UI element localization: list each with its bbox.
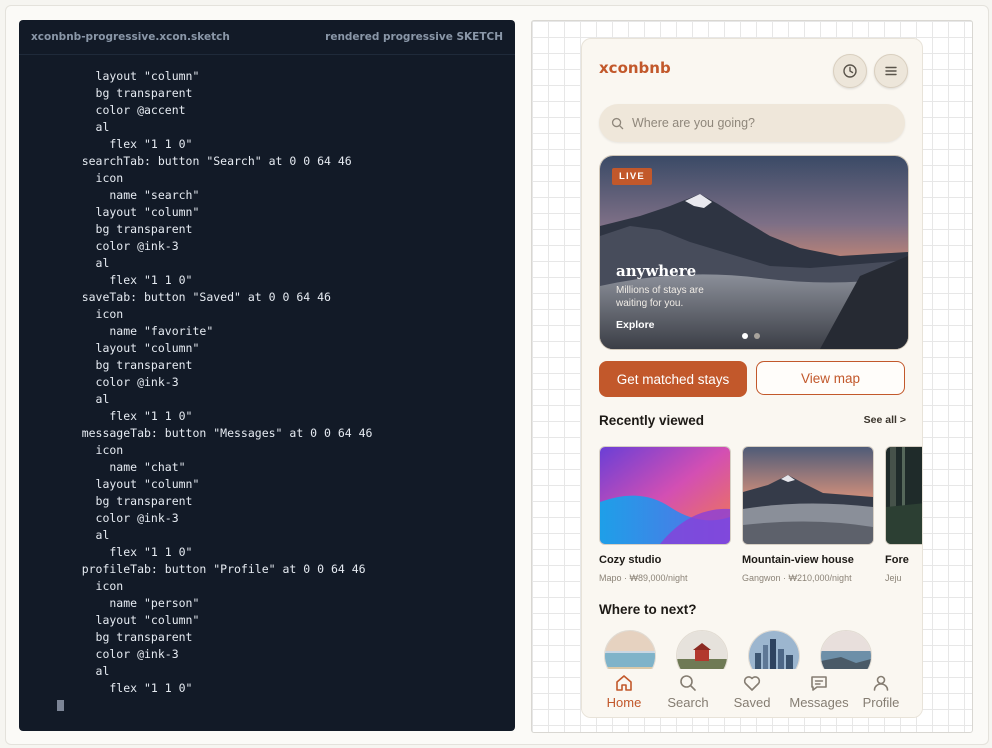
tab-home[interactable]: Home — [592, 673, 656, 710]
tab-label: Saved — [733, 695, 771, 710]
code-line[interactable]: flex "1 1 0" — [54, 272, 515, 289]
code-line[interactable]: color @ink-3 — [54, 510, 515, 527]
code-line[interactable]: color @accent — [54, 102, 515, 119]
code-line[interactable]: icon — [54, 306, 515, 323]
recently-viewed-title: Recently viewed — [599, 413, 705, 428]
explore-link[interactable]: Explore — [616, 319, 655, 331]
card-subtitle: Mapo · ₩89,000/night — [599, 573, 688, 583]
card-subtitle: Jeju — [885, 573, 902, 583]
code-line[interactable]: flex "1 1 0" — [54, 680, 515, 697]
code-line[interactable]: al — [54, 255, 515, 272]
code-line[interactable]: icon — [54, 442, 515, 459]
code-line[interactable]: color @ink-3 — [54, 646, 515, 663]
code-editor-panel[interactable]: xconbnb-progressive.xcon.sketch rendered… — [19, 20, 515, 731]
menu-button[interactable] — [874, 54, 908, 88]
search-icon — [611, 117, 624, 129]
view-map-button[interactable]: View map — [756, 361, 905, 395]
tab-profile[interactable]: Profile — [849, 673, 913, 710]
carousel-dots — [742, 333, 760, 339]
code-line[interactable]: bg transparent — [54, 629, 515, 646]
tab-label: Profile — [862, 695, 900, 710]
code-line[interactable]: al — [54, 663, 515, 680]
code-line[interactable]: messageTab: button "Messages" at 0 0 64 … — [54, 425, 515, 442]
card-title: Mountain-view house — [742, 554, 854, 566]
tab-messages[interactable]: Messages — [787, 673, 851, 710]
code-line[interactable]: name "chat" — [54, 459, 515, 476]
heart-icon — [743, 676, 761, 691]
search-input[interactable]: Where are you going? — [599, 104, 905, 142]
get-matched-stays-button[interactable]: Get matched stays — [599, 361, 747, 397]
forest-image — [886, 447, 922, 544]
code-line[interactable]: icon — [54, 578, 515, 595]
editor-filename: xconbnb-progressive.xcon.sketch — [31, 31, 230, 43]
tab-saved[interactable]: Saved — [720, 673, 784, 710]
hero-title: anywhere — [616, 262, 697, 280]
card-image-mountain-view-house[interactable] — [742, 446, 874, 545]
text-cursor — [57, 700, 64, 711]
code-line[interactable]: al — [54, 527, 515, 544]
history-button[interactable] — [833, 54, 867, 88]
tab-label: Search — [667, 695, 709, 710]
code-line[interactable]: al — [54, 391, 515, 408]
hero-subtitle: Millions of stays are waiting for you. — [616, 285, 704, 309]
editor-header: xconbnb-progressive.xcon.sketch rendered… — [19, 20, 515, 55]
search-placeholder: Where are you going? — [632, 116, 755, 130]
code-line[interactable]: layout "column" — [54, 612, 515, 629]
card-image-cozy-studio[interactable] — [599, 446, 731, 545]
code-line[interactable]: saveTab: button "Saved" at 0 0 64 46 — [54, 289, 515, 306]
code-line[interactable]: bg transparent — [54, 85, 515, 102]
code-line[interactable]: layout "column" — [54, 204, 515, 221]
chat-icon — [811, 676, 827, 691]
card-title: Fore — [885, 554, 909, 566]
code-line[interactable]: name "person" — [54, 595, 515, 612]
code-line[interactable]: layout "column" — [54, 340, 515, 357]
preview-canvas: xconbnb Where are you going? LIVE anywhe… — [531, 20, 973, 733]
code-line[interactable]: flex "1 1 0" — [54, 408, 515, 425]
code-line[interactable]: name "favorite" — [54, 323, 515, 340]
live-badge: LIVE — [612, 168, 652, 185]
code-line[interactable]: searchTab: button "Search" at 0 0 64 46 — [54, 153, 515, 170]
search-icon — [680, 675, 696, 691]
carousel-dot-active[interactable] — [742, 333, 748, 339]
home-icon — [616, 675, 632, 691]
code-line[interactable]: bg transparent — [54, 493, 515, 510]
card-image-forest[interactable] — [885, 446, 922, 545]
code-line[interactable]: layout "column" — [54, 476, 515, 493]
tab-search[interactable]: Search — [656, 673, 720, 710]
person-icon — [873, 675, 889, 691]
code-line[interactable]: bg transparent — [54, 221, 515, 238]
code-line[interactable]: al — [54, 119, 515, 136]
abstract-wave-image — [600, 447, 730, 544]
code-line[interactable]: icon — [54, 170, 515, 187]
clock-icon — [843, 64, 857, 78]
hero-banner[interactable]: LIVE anywhere Millions of stays are wait… — [599, 155, 909, 350]
code-line[interactable]: name "search" — [54, 187, 515, 204]
render-status: rendered progressive SKETCH — [325, 31, 503, 43]
where-to-next-title: Where to next? — [599, 602, 697, 617]
code-line[interactable]: layout "column" — [54, 68, 515, 85]
code-line[interactable]: profileTab: button "Profile" at 0 0 64 4… — [54, 561, 515, 578]
brand-logo: xconbnb — [599, 59, 671, 77]
code-line[interactable]: color @ink-3 — [54, 374, 515, 391]
bottom-tab-bar: Home Search Saved Messages Profile — [582, 669, 922, 717]
card-title: Cozy studio — [599, 554, 662, 566]
tab-label: Messages — [789, 695, 849, 710]
code-line[interactable]: flex "1 1 0" — [54, 544, 515, 561]
phone-preview: xconbnb Where are you going? LIVE anywhe… — [581, 38, 923, 718]
carousel-dot[interactable] — [754, 333, 760, 339]
mountain-image — [743, 447, 873, 544]
menu-icon — [885, 66, 897, 76]
code-line[interactable]: color @ink-3 — [54, 238, 515, 255]
see-all-link[interactable]: See all > — [864, 414, 906, 426]
card-subtitle: Gangwon · ₩210,000/night — [742, 573, 852, 583]
tab-label: Home — [606, 695, 642, 710]
code-line[interactable]: bg transparent — [54, 357, 515, 374]
code-text[interactable]: layout "column" bg transparent color @ac… — [54, 68, 515, 697]
code-line[interactable]: flex "1 1 0" — [54, 136, 515, 153]
